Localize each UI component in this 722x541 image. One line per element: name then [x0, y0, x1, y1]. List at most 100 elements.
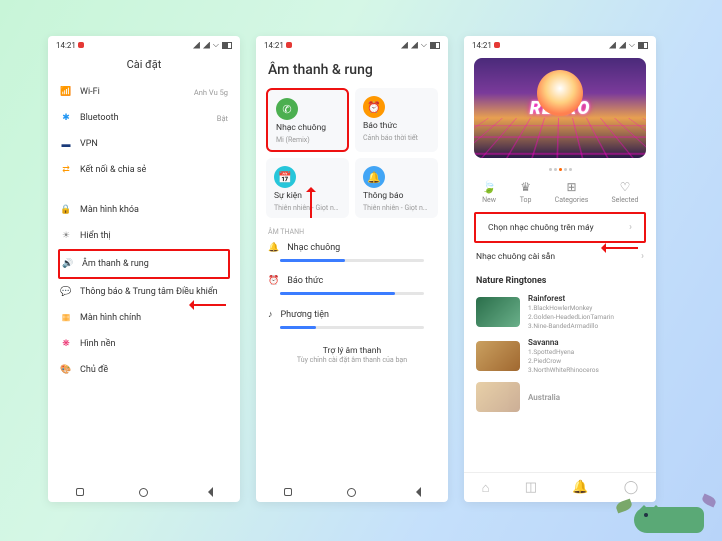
- nav-bar: [256, 482, 448, 502]
- grid-icon: ▦: [60, 312, 72, 324]
- nav-back-button[interactable]: [411, 487, 421, 497]
- sound-icon: 🔊: [62, 258, 74, 270]
- share-icon: ⇄: [60, 164, 72, 176]
- screen-settings: 14:21 ⌵ Cài đặt 📶 Wi-Fi Anh Vu 5g ✱ Blue…: [48, 36, 240, 502]
- wifi-icon: ⌵: [213, 40, 219, 50]
- settings-item-homescreen[interactable]: ▦ Màn hình chính: [58, 305, 230, 331]
- item-label: Chủ đề: [80, 365, 228, 375]
- nav-home-button[interactable]: [347, 488, 356, 497]
- calendar-icon: 📅: [274, 166, 296, 188]
- heart-icon: ♡: [620, 180, 631, 194]
- card-subtitle: Thiên nhiên - Giọt n…: [274, 204, 341, 212]
- option-choose-local-ringtone[interactable]: Chọn nhạc chuông trên máy ›: [474, 212, 646, 243]
- settings-item-wifi[interactable]: 📶 Wi-Fi Anh Vu 5g: [58, 79, 230, 105]
- ringtone-row[interactable]: Rainforest 1.BlackHowlerMonkey 2.Golden-…: [464, 290, 656, 334]
- item-label: Hình nền: [80, 339, 228, 349]
- settings-item-notifications[interactable]: 💬 Thông báo & Trung tâm Điều khiển: [58, 279, 230, 305]
- phone-icon: ✆: [276, 98, 298, 120]
- slider-label: Nhạc chuông: [287, 243, 340, 253]
- ringtone-name: Rainforest: [528, 294, 614, 303]
- slider-label: Báo thức: [287, 276, 323, 286]
- item-label: VPN: [80, 139, 228, 149]
- annotation-arrow: [602, 247, 638, 249]
- card-title: Nhạc chuông: [276, 123, 339, 133]
- item-label: Màn hình chính: [80, 313, 228, 323]
- vpn-icon: ▬: [60, 138, 72, 150]
- card-title: Báo thức: [363, 121, 430, 131]
- tab-new[interactable]: 🍃 New: [482, 180, 497, 204]
- bluetooth-icon: ✱: [60, 112, 72, 124]
- tab-categories[interactable]: ⊞ Categories: [555, 180, 589, 204]
- signal-icon: [619, 42, 626, 49]
- chat-icon: 💬: [60, 286, 72, 298]
- bottom-nav: ⌂ ◫ 🔔 ◯: [464, 472, 656, 502]
- sound-assistant-link[interactable]: Trợ lý âm thanh Tùy chỉnh cài đặt âm tha…: [256, 338, 448, 368]
- status-bar: 14:21 ⌵: [464, 36, 656, 54]
- settings-item-theme[interactable]: 🎨 Chủ đề: [58, 357, 230, 383]
- card-subtitle: Mi (Remix): [276, 136, 339, 144]
- ringtone-thumb: [476, 341, 520, 371]
- ringtone-name: Australia: [528, 393, 560, 402]
- promo-banner[interactable]: RETRO: [474, 58, 646, 158]
- settings-item-lockscreen[interactable]: 🔒 Màn hình khóa: [58, 197, 230, 223]
- slider-ringtone[interactable]: 🔔 Nhạc chuông: [256, 238, 448, 271]
- nav-recents-button[interactable]: [76, 488, 84, 496]
- bell-icon: 🔔: [268, 243, 279, 253]
- settings-item-wallpaper[interactable]: ❋ Hình nền: [58, 331, 230, 357]
- notif-dot-icon: [286, 42, 292, 48]
- wifi-icon: ⌵: [629, 40, 635, 50]
- nav-recents-button[interactable]: [284, 488, 292, 496]
- settings-item-vpn[interactable]: ▬ VPN: [58, 131, 230, 157]
- ringtone-row[interactable]: Savanna 1.SpottedHyena 2.PiedCrow 3.Nort…: [464, 334, 656, 378]
- leaf-icon: 🍃: [482, 180, 497, 194]
- settings-item-sound-vibration[interactable]: 🔊 Âm thanh & rung: [58, 249, 230, 279]
- slider-alarm[interactable]: ⏰ Báo thức: [256, 271, 448, 304]
- notif-dot-icon: [494, 42, 500, 48]
- signal-icon: [193, 42, 200, 49]
- crown-icon: ♛: [520, 180, 531, 194]
- card-title: Thông báo: [363, 191, 430, 201]
- nav-profile-icon[interactable]: ◯: [624, 480, 639, 495]
- ringtone-thumb: [476, 382, 520, 412]
- ringtone-thumb: [476, 297, 520, 327]
- annotation-arrow: [310, 188, 312, 218]
- section-header: Nature Ringtones: [464, 270, 656, 290]
- item-value: Bật: [217, 114, 228, 123]
- card-ringtone[interactable]: ✆ Nhạc chuông Mi (Remix): [266, 88, 349, 152]
- tab-selected[interactable]: ♡ Selected: [612, 180, 639, 204]
- nav-home-button[interactable]: [139, 488, 148, 497]
- chevron-right-icon: ›: [629, 222, 632, 233]
- card-notification[interactable]: 🔔 Thông báo Thiên nhiên - Giọt n…: [355, 158, 438, 218]
- item-label: Thông báo & Trung tâm Điều khiển: [80, 287, 228, 298]
- page-title: Âm thanh & rung: [256, 54, 448, 88]
- settings-item-connect-share[interactable]: ⇄ Kết nối & chia sẻ: [58, 157, 230, 183]
- brightness-icon: ☀: [60, 230, 72, 242]
- nav-back-button[interactable]: [203, 487, 213, 497]
- card-title: Sự kiện: [274, 191, 341, 201]
- page-title: Cài đặt: [48, 54, 240, 79]
- category-tabs: 🍃 New ♛ Top ⊞ Categories ♡ Selected: [464, 174, 656, 212]
- card-alarm[interactable]: ⏰ Báo thức Cảnh báo thời tiết: [355, 88, 438, 152]
- nav-home-icon[interactable]: ⌂: [482, 480, 490, 496]
- alarm-icon: ⏰: [363, 96, 385, 118]
- nav-browse-icon[interactable]: ◫: [525, 480, 537, 495]
- flower-icon: ❋: [60, 338, 72, 350]
- music-icon: ♪: [268, 309, 273, 320]
- chevron-right-icon: ›: [641, 251, 644, 262]
- item-label: Màn hình khóa: [80, 205, 228, 215]
- ringtone-name: Savanna: [528, 338, 599, 347]
- settings-item-display[interactable]: ☀ Hiển thị: [58, 223, 230, 249]
- ringtone-row[interactable]: Australia: [464, 378, 656, 416]
- settings-item-bluetooth[interactable]: ✱ Bluetooth Bật: [58, 105, 230, 131]
- screen-sound-vibration: 14:21 ⌵ Âm thanh & rung ✆ Nhạc chuông Mi…: [256, 36, 448, 502]
- item-value: Anh Vu 5g: [194, 88, 228, 97]
- bell-icon: 🔔: [363, 166, 385, 188]
- tab-top[interactable]: ♛ Top: [520, 180, 532, 204]
- signal-icon: [401, 42, 408, 49]
- item-label: Bluetooth: [80, 113, 209, 123]
- card-subtitle: Thiên nhiên - Giọt n…: [363, 204, 430, 212]
- status-bar: 14:21 ⌵: [256, 36, 448, 54]
- nav-ringtone-icon[interactable]: 🔔: [572, 480, 588, 495]
- slider-media[interactable]: ♪ Phương tiện: [256, 304, 448, 338]
- signal-icon: [203, 42, 210, 49]
